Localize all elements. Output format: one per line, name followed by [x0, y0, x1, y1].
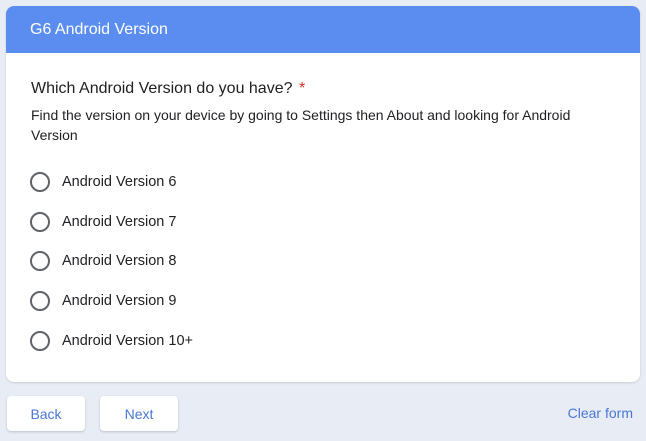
clear-form-button[interactable]: Clear form [568, 396, 633, 431]
radio-button[interactable] [30, 291, 50, 312]
question-text: Which Android Version do you have? [31, 80, 293, 97]
radio-option-label: Android Version 6 [62, 174, 177, 190]
radio-option-android-6[interactable]: Android Version 6 [30, 170, 193, 194]
radio-button[interactable] [30, 172, 50, 192]
question-card: G6 Android Version Which Android Version… [6, 6, 640, 382]
radio-option-android-7[interactable]: Android Version 7 [30, 210, 193, 234]
question-title: Which Android Version do you have? * [31, 80, 305, 98]
radio-option-label: Android Version 10+ [62, 332, 193, 349]
section-title: G6 Android Version [30, 21, 168, 38]
radio-option-android-8[interactable]: Android Version 8 [30, 249, 193, 273]
radio-option-android-10-plus[interactable]: Android Version 10+ [30, 329, 193, 353]
back-button[interactable]: Back [7, 396, 85, 431]
question-help-text: Find the version on your device by going… [31, 107, 571, 143]
required-asterisk: * [298, 80, 306, 97]
radio-group: Android Version 6 Android Version 7 Andr… [30, 170, 193, 368]
radio-option-label: Android Version 7 [62, 213, 177, 230]
radio-button[interactable] [30, 251, 50, 272]
radio-option-android-9[interactable]: Android Version 9 [30, 289, 193, 313]
radio-option-label: Android Version 9 [62, 293, 177, 310]
next-button[interactable]: Next [100, 396, 178, 431]
radio-option-label: Android Version 8 [62, 253, 177, 270]
radio-button[interactable] [30, 211, 50, 232]
radio-button[interactable] [30, 330, 50, 351]
section-header: G6 Android Version [6, 6, 640, 53]
